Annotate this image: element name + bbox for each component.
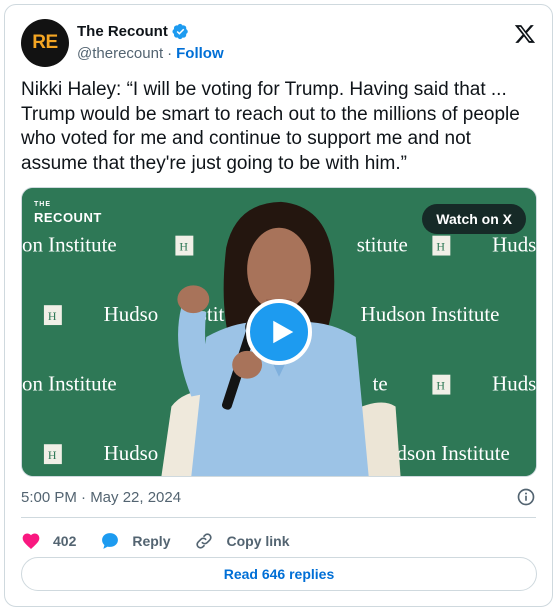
svg-text:dson Institute: dson Institute [397,441,510,465]
svg-text:H: H [436,240,445,254]
svg-text:stitute: stitute [357,233,408,257]
tweet-card: RE The Recount @therecount · Follow Nikk… [4,4,553,607]
svg-text:H: H [48,448,57,462]
info-icon[interactable] [516,487,536,507]
separator-dot: · [167,45,173,62]
copy-link-label: Copy link [226,533,290,549]
recount-watermark: THE RECOUNT [34,201,102,225]
follow-button[interactable]: Follow [176,45,224,62]
handle[interactable]: @therecount [77,45,163,62]
handle-row: @therecount · Follow [77,45,224,62]
video-player[interactable]: on Institute H stitute H Huds H Hudso In… [21,187,537,477]
reply-label: Reply [132,533,171,549]
reply-button[interactable]: Reply [100,531,170,551]
tweet-timestamp[interactable]: 5:00 PM · May 22, 2024 [21,489,181,506]
play-button[interactable] [246,299,312,365]
backdrop-text: on Institute [22,233,117,257]
svg-text:Huds: Huds [492,372,536,396]
author-name-row: The Recount [77,23,189,40]
watch-on-x-button[interactable]: Watch on X [422,204,526,234]
link-icon [196,533,213,549]
tweet-text: Nikki Haley: “I will be voting for Trump… [21,79,520,174]
like-button[interactable]: 402 [21,531,76,551]
like-count: 402 [53,533,77,549]
display-name[interactable]: The Recount [77,23,168,40]
reply-bubble-icon [102,533,119,549]
svg-text:H: H [48,309,57,323]
verified-badge-icon [172,23,188,40]
action-bar: 402 Reply Copy link [21,527,314,555]
heart-icon [22,533,40,549]
svg-text:Hudso: Hudso [104,302,159,326]
svg-text:Huds: Huds [492,233,536,257]
copy-link-button[interactable]: Copy link [194,531,290,551]
x-logo-icon[interactable] [514,23,536,45]
read-replies-button[interactable]: Read 646 replies [21,557,537,591]
svg-text:Hudson Institute: Hudson Institute [361,302,500,326]
svg-text:on Institute: on Institute [22,372,117,396]
svg-text:te: te [373,372,388,396]
avatar[interactable]: RE [21,19,69,67]
svg-text:H: H [179,240,188,254]
svg-text:H: H [436,379,445,393]
play-icon [272,320,293,344]
avatar-logo: RE [32,32,58,53]
svg-text:Hudso: Hudso [104,441,159,465]
divider [21,517,536,518]
